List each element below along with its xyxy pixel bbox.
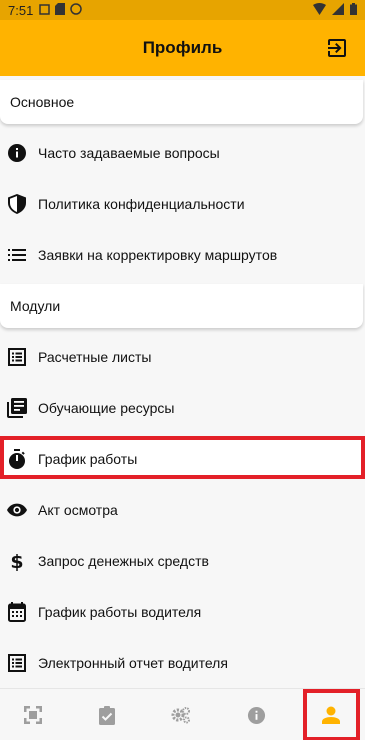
nav-tasks-button[interactable] — [77, 689, 137, 740]
shield-icon — [7, 193, 27, 214]
calendar-icon — [7, 601, 27, 622]
assignment-check-icon — [99, 705, 115, 725]
notification-icon — [39, 3, 51, 18]
eye-icon — [7, 500, 27, 520]
sd-card-icon — [55, 2, 66, 18]
menu-item-label: График работы водителя — [38, 603, 202, 620]
menu-item-label: Запрос денежных средств — [38, 552, 209, 569]
menu-item-label: График работы — [38, 450, 138, 467]
logout-icon — [328, 39, 346, 57]
active-nav-highlight — [303, 689, 360, 740]
app-bar: Профиль — [0, 20, 365, 76]
menu-item-label: Электронный отчет водителя — [38, 654, 228, 671]
menu-item-label: Обучающие ресурсы — [38, 399, 175, 416]
list-alt-icon — [7, 347, 27, 367]
menu-item-driver-report[interactable]: Электронный отчет водителя — [0, 637, 365, 688]
menu-item-label: Часто задаваемые вопросы — [38, 144, 220, 161]
menu-item-label: Политика конфиденциальности — [38, 195, 245, 212]
menu-item-payslips[interactable]: Расчетные листы — [0, 331, 365, 382]
list-alt-icon — [7, 653, 27, 673]
info-icon — [247, 706, 265, 724]
signal-icon — [332, 2, 344, 18]
menu-item-privacy[interactable]: Политика конфиденциальности — [0, 178, 365, 229]
menu-item-driver-schedule[interactable]: График работы водителя — [0, 586, 365, 637]
nav-fullscreen-button[interactable] — [3, 689, 63, 740]
list-icon — [7, 245, 27, 265]
nav-settings-button[interactable] — [151, 689, 211, 740]
bottom-navigation — [0, 688, 365, 740]
library-books-icon — [7, 397, 27, 418]
menu-item-label: Акт осмотра — [38, 501, 118, 518]
page-title: Профиль — [142, 38, 223, 57]
fullscreen-icon — [24, 706, 42, 724]
status-time: 7:51 — [8, 2, 34, 18]
settings-icon — [171, 707, 190, 724]
menu-item-label: Расчетные листы — [38, 348, 152, 365]
info-icon — [7, 143, 27, 163]
svg-text:$: $ — [10, 551, 23, 571]
nav-info-button[interactable] — [226, 689, 286, 740]
menu-item-route-requests[interactable]: Заявки на корректировку маршрутов — [0, 229, 365, 280]
section-header-main: Основное — [0, 80, 363, 124]
section-header-modules: Модули — [0, 284, 363, 328]
menu-item-training[interactable]: Обучающие ресурсы — [0, 382, 365, 433]
battery-icon — [350, 2, 357, 18]
menu-item-work-schedule[interactable]: График работы — [0, 433, 365, 484]
dollar-icon: $ — [7, 551, 27, 571]
menu-item-cash-request[interactable]: $ Запрос денежных средств — [0, 535, 365, 586]
timer-icon — [7, 448, 27, 469]
logout-button[interactable] — [325, 36, 349, 60]
menu-item-label: Заявки на корректировку маршрутов — [38, 246, 278, 263]
smiley-icon — [70, 2, 83, 18]
menu-item-faq[interactable]: Часто задаваемые вопросы — [0, 127, 365, 178]
wifi-icon — [313, 2, 326, 18]
profile-content: Основное Часто задаваемые вопросы Полити… — [0, 76, 365, 688]
status-bar: 7:51 — [0, 0, 365, 20]
menu-item-inspection[interactable]: Акт осмотра — [0, 484, 365, 535]
